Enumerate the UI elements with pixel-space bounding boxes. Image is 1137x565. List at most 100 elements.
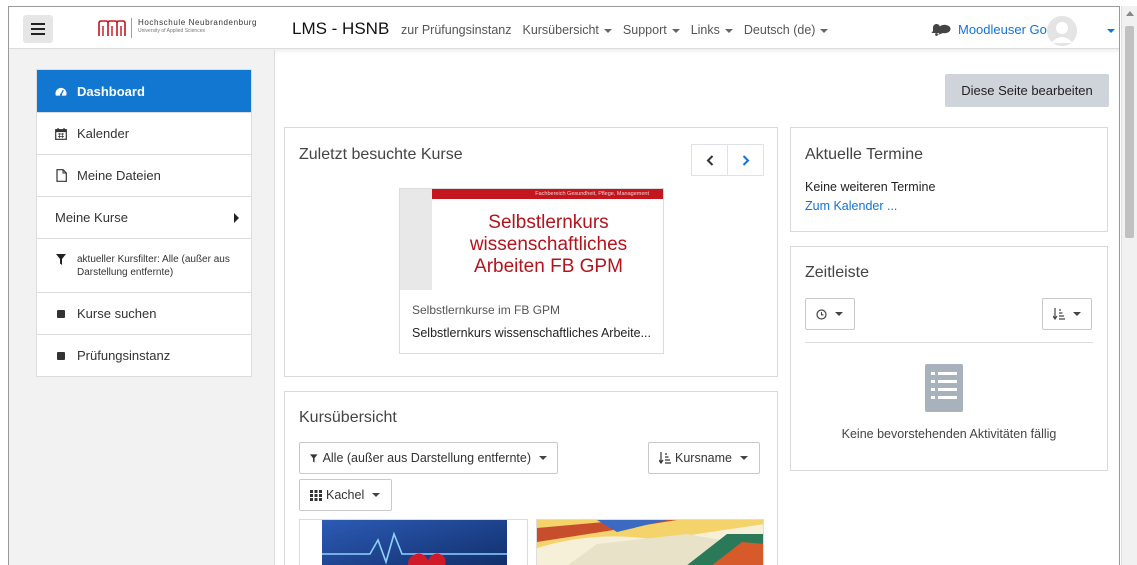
- no-activities-text: Keine bevorstehenden Aktivitäten fällig: [841, 427, 1057, 441]
- drawer-item-kursfilter[interactable]: aktueller Kursfilter: Alle (außer aus Da…: [37, 239, 251, 293]
- drawer-item-meine-kurse[interactable]: Meine Kurse: [37, 197, 251, 239]
- caret-down-icon: [1073, 312, 1081, 316]
- sort-icon: [1053, 308, 1065, 320]
- drawer-item-kalender[interactable]: Kalender: [37, 113, 251, 155]
- square-bullet-icon: [55, 351, 67, 360]
- nav-link-pruefungsinstanz[interactable]: zur Prüfungsinstanz: [401, 23, 511, 37]
- view-mode-label: Kachel: [326, 488, 365, 502]
- caret-down-icon: [820, 28, 829, 33]
- timeline-divider: [805, 342, 1093, 343]
- clock-icon: [816, 308, 827, 320]
- chat-bubble-icon[interactable]: [937, 24, 951, 36]
- file-icon: [55, 169, 67, 182]
- next-button[interactable]: [727, 145, 763, 175]
- timeline-title: Zeitleiste: [805, 264, 870, 281]
- square-bullet-icon: [55, 309, 67, 318]
- upcoming-events-title: Aktuelle Termine: [805, 146, 923, 163]
- caret-down-icon: [835, 312, 843, 316]
- drawer-item-meine-dateien[interactable]: Meine Dateien: [37, 155, 251, 197]
- course-overview-block: Kursübersicht Alle (außer aus Darstellun…: [284, 391, 778, 565]
- avatar-icon[interactable]: [1047, 16, 1077, 46]
- caret-down-icon: [739, 456, 748, 460]
- course-category: Selbstlernkurse im FB GPM: [412, 303, 561, 317]
- language-menu[interactable]: Deutsch (de): [744, 23, 829, 37]
- view-mode-dropdown[interactable]: Kachel: [299, 479, 392, 511]
- drawer-item-label: Meine Kurse: [55, 210, 128, 225]
- nav-link-label: Links: [690, 23, 720, 37]
- nav-link-label: Deutsch (de): [743, 23, 816, 37]
- grouping-filter-dropdown[interactable]: Alle (außer aus Darstellung entfernte): [299, 442, 558, 474]
- recent-courses-block: Zuletzt besuchte Kurse Fachbereich Gesun…: [284, 127, 778, 377]
- chevron-left-icon: [706, 154, 713, 166]
- course-thumbnail-2[interactable]: [536, 519, 764, 565]
- caret-down-icon: [671, 28, 680, 33]
- nav-link-kursuebersicht[interactable]: Kursübersicht: [522, 23, 612, 37]
- page-scrollbar[interactable]: [1121, 6, 1137, 565]
- course-name-link[interactable]: Selbstlernkurs wissenschaftliches Arbeit…: [412, 326, 651, 340]
- university-logo-mark[interactable]: [97, 19, 127, 37]
- filter-icon: [310, 453, 318, 463]
- course-thumbnail-1[interactable]: [299, 519, 528, 565]
- heartbeat-image: [322, 520, 507, 565]
- edit-page-button[interactable]: Diese Seite bearbeiten: [945, 74, 1109, 107]
- nav-link-label: zur Prüfungsinstanz: [401, 23, 512, 37]
- calendar-icon: [55, 127, 67, 140]
- chevron-right-icon: [234, 212, 239, 223]
- grouping-filter-label: Alle (außer aus Darstellung entfernte): [322, 451, 531, 465]
- sort-icon: [659, 452, 671, 464]
- drawer-item-label: Dashboard: [77, 83, 145, 99]
- scroll-up-arrow-icon[interactable]: [1126, 11, 1134, 16]
- browser-viewport: Hochschule Neubrandenburg University of …: [8, 6, 1120, 565]
- drawer-list: Dashboard Kalender Meine Dateien Meine K…: [36, 69, 252, 377]
- nav-link-label: Kursübersicht: [522, 23, 599, 37]
- chevron-right-icon: [742, 154, 749, 166]
- drawer-item-kurse-suchen[interactable]: Kurse suchen: [37, 293, 251, 335]
- drawer-item-label: aktueller Kursfilter: Alle (außer aus Da…: [77, 254, 230, 278]
- caret-down-icon: [724, 28, 733, 33]
- site-name[interactable]: LMS - HSNB: [292, 19, 389, 39]
- nav-drawer: Dashboard Kalender Meine Dateien Meine K…: [9, 50, 275, 565]
- upcoming-events-block: Aktuelle Termine Keine weiteren Termine …: [790, 127, 1108, 232]
- dashboard-icon: [55, 86, 67, 97]
- carousel-nav: [691, 144, 764, 176]
- drawer-item-label: Kalender: [77, 126, 130, 141]
- caret-down-icon: [603, 28, 612, 33]
- nav-links: zur Prüfungsinstanz Kursübersicht Suppor…: [401, 23, 839, 37]
- recent-course-card[interactable]: Fachbereich Gesundheit, Pflege, Manageme…: [399, 188, 664, 354]
- scrollbar-thumb[interactable]: [1125, 26, 1134, 238]
- timeline-sort-dropdown[interactable]: [1042, 298, 1092, 330]
- recent-courses-title: Zuletzt besuchte Kurse: [299, 146, 463, 163]
- empty-list-icon: [925, 364, 963, 412]
- logo-line-1: Hochschule Neubrandenburg: [138, 18, 258, 27]
- filter-icon: [55, 254, 67, 265]
- user-name[interactable]: Moodleuser Go: [958, 22, 1047, 37]
- drawer-item-label: Prüfungsinstanz: [77, 348, 171, 363]
- nav-link-links[interactable]: Links: [691, 23, 733, 37]
- drawer-item-pruefungsinstanz[interactable]: Prüfungsinstanz: [37, 335, 251, 376]
- drawer-item-dashboard[interactable]: Dashboard: [37, 70, 251, 113]
- books-image: [537, 520, 763, 565]
- course-image-sidebar: [400, 189, 432, 290]
- previous-button[interactable]: [692, 145, 727, 175]
- grid-icon: [310, 489, 322, 501]
- course-image[interactable]: Fachbereich Gesundheit, Pflege, Manageme…: [400, 189, 663, 290]
- caret-down-icon: [372, 493, 381, 497]
- user-menu-caret-icon[interactable]: [1107, 29, 1115, 33]
- course-image-header: Fachbereich Gesundheit, Pflege, Manageme…: [432, 189, 663, 199]
- drawer-item-label: Meine Dateien: [77, 168, 161, 183]
- course-overview-title: Kursübersicht: [299, 409, 397, 426]
- logo-line-2: University of Applied Sciences: [138, 28, 205, 34]
- nav-link-support[interactable]: Support: [623, 23, 680, 37]
- hamburger-icon[interactable]: [23, 15, 53, 43]
- top-navbar: Hochschule Neubrandenburg University of …: [9, 7, 1119, 49]
- no-events-text: Keine weiteren Termine: [805, 180, 936, 194]
- nav-link-label: Support: [622, 23, 667, 37]
- course-image-title: Selbstlernkurs wissenschaftliches Arbeit…: [469, 212, 628, 277]
- logo-separator: [131, 18, 132, 38]
- sort-dropdown[interactable]: Kursname: [648, 442, 760, 474]
- go-to-calendar-link[interactable]: Zum Kalender ...: [805, 199, 897, 213]
- caret-down-icon: [539, 456, 547, 460]
- timeline-day-filter[interactable]: [805, 298, 855, 330]
- university-logo-text[interactable]: Hochschule Neubrandenburg University of …: [138, 18, 257, 34]
- drawer-item-label: Kurse suchen: [77, 306, 157, 321]
